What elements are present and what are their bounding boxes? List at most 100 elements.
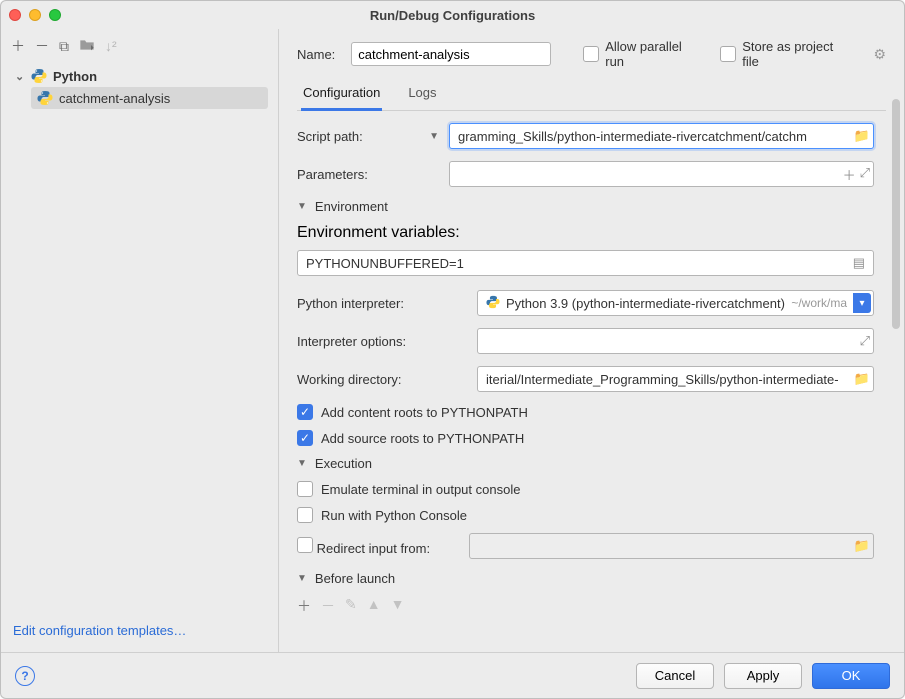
allow-parallel-checkbox[interactable]: Allow parallel run xyxy=(583,39,704,69)
chevron-down-icon: ▼ xyxy=(297,573,307,584)
python-icon xyxy=(486,295,500,312)
store-as-project-label: Store as project file xyxy=(742,39,853,69)
checkbox-icon xyxy=(297,481,313,497)
interpreter-select[interactable]: Python 3.9 (python-intermediate-rivercat… xyxy=(477,290,874,316)
checkbox-checked-icon: ✓ xyxy=(297,404,313,420)
before-launch-section-title: Before launch xyxy=(315,571,395,586)
before-launch-section-header[interactable]: ▼ Before launch xyxy=(297,571,874,586)
workdir-row: Working directory: 📁 xyxy=(297,366,874,392)
apply-button[interactable]: Apply xyxy=(724,663,802,689)
interpreter-value: Python 3.9 (python-intermediate-rivercat… xyxy=(506,296,785,311)
dropdown-arrow-icon: ▾ xyxy=(853,293,871,313)
edit-task-button[interactable]: ✎ xyxy=(345,596,357,616)
sort-config-button[interactable]: ↓² xyxy=(105,38,117,54)
env-vars-input[interactable]: PYTHONUNBUFFERED=1 ▤ xyxy=(297,250,874,276)
checkbox-checked-icon: ✓ xyxy=(297,430,313,446)
add-content-roots-label: Add content roots to PYTHONPATH xyxy=(321,405,528,420)
redirect-input-row: Redirect input from: 📁 xyxy=(297,533,874,559)
checkbox-icon xyxy=(297,507,313,523)
interpreter-options-input[interactable] xyxy=(477,328,874,354)
tab-logs[interactable]: Logs xyxy=(406,79,438,110)
workdir-input[interactable] xyxy=(477,366,874,392)
config-scroll-area[interactable]: Script path: ▼ 📁 Parameters: xyxy=(297,111,886,652)
titlebar: Run/Debug Configurations xyxy=(1,1,904,29)
execution-section-title: Execution xyxy=(315,456,372,471)
checkbox-icon xyxy=(720,46,736,62)
run-with-console-label: Run with Python Console xyxy=(321,508,467,523)
script-path-row: Script path: ▼ 📁 xyxy=(297,123,874,149)
interpreter-options-row: Interpreter options: ⤢ xyxy=(297,328,874,354)
name-input[interactable] xyxy=(351,42,551,66)
remove-config-button[interactable]: － xyxy=(35,36,49,56)
move-down-button[interactable]: ▼ xyxy=(391,596,405,616)
store-as-project-checkbox[interactable]: Store as project file xyxy=(720,39,853,69)
cancel-button[interactable]: Cancel xyxy=(636,663,714,689)
execution-section-header[interactable]: ▼ Execution xyxy=(297,456,874,471)
parameters-input[interactable] xyxy=(449,161,874,187)
add-content-roots-checkbox[interactable]: ✓ Add content roots to PYTHONPATH xyxy=(297,404,874,420)
browse-folder-icon[interactable]: 📁 xyxy=(854,371,870,387)
main-split: ＋ － ⧉ ↓² ⌄ Python xyxy=(1,29,904,652)
add-task-button[interactable]: ＋ xyxy=(297,596,311,616)
env-vars-value: PYTHONUNBUFFERED=1 xyxy=(306,256,464,271)
browse-folder-icon: 📁 xyxy=(854,538,870,554)
environment-section-title: Environment xyxy=(315,199,388,214)
dialog-window: Run/Debug Configurations ＋ － ⧉ ↓² ⌄ xyxy=(0,0,905,699)
move-up-button[interactable]: ▲ xyxy=(367,596,381,616)
redirect-input-checkbox[interactable]: Redirect input from: xyxy=(297,537,469,556)
add-icon[interactable]: ＋ xyxy=(843,165,856,184)
config-toolbar: ＋ － ⧉ ↓² xyxy=(11,35,268,57)
script-path-label: Script path: xyxy=(297,129,363,144)
script-path-input[interactable] xyxy=(449,123,874,149)
chevron-down-icon[interactable]: ▼ xyxy=(429,131,439,142)
vertical-scrollbar[interactable] xyxy=(892,99,900,599)
emulate-terminal-checkbox[interactable]: Emulate terminal in output console xyxy=(297,481,874,497)
chevron-down-icon: ▼ xyxy=(297,458,307,469)
left-footer: Edit configuration templates… xyxy=(11,616,268,646)
list-edit-icon[interactable]: ▤ xyxy=(853,255,865,271)
chevron-down-icon: ⌄ xyxy=(15,70,25,83)
redirect-input-label: Redirect input from: xyxy=(317,541,430,556)
tree-node-label: Python xyxy=(53,69,97,84)
before-launch-toolbar: ＋ － ✎ ▲ ▼ xyxy=(297,596,874,616)
dialog-footer: ? Cancel Apply OK xyxy=(1,652,904,698)
environment-section-header[interactable]: ▼ Environment xyxy=(297,199,874,214)
python-icon xyxy=(31,68,47,84)
expand-icon[interactable]: ⤢ xyxy=(860,165,870,184)
tree-item-catchment-analysis[interactable]: catchment-analysis xyxy=(31,87,268,109)
run-with-console-checkbox[interactable]: Run with Python Console xyxy=(297,507,874,523)
copy-config-button[interactable]: ⧉ xyxy=(59,38,69,55)
emulate-terminal-label: Emulate terminal in output console xyxy=(321,482,520,497)
add-source-roots-checkbox[interactable]: ✓ Add source roots to PYTHONPATH xyxy=(297,430,874,446)
tree-item-label: catchment-analysis xyxy=(59,91,170,106)
env-vars-label: Environment variables: xyxy=(297,224,874,242)
expand-icon[interactable]: ⤢ xyxy=(860,333,870,349)
left-panel: ＋ － ⧉ ↓² ⌄ Python xyxy=(1,29,279,652)
before-launch-section: ▼ Before launch ＋ － ✎ ▲ ▼ xyxy=(297,571,874,616)
save-folder-button[interactable] xyxy=(79,38,95,55)
window-title: Run/Debug Configurations xyxy=(1,8,904,23)
edit-templates-link[interactable]: Edit configuration templates… xyxy=(13,623,186,638)
parameters-label: Parameters: xyxy=(297,167,368,182)
interpreter-options-label: Interpreter options: xyxy=(297,334,406,349)
remove-task-button[interactable]: － xyxy=(321,596,335,616)
interpreter-row: Python interpreter: Python 3.9 (python-i… xyxy=(297,290,874,316)
checkbox-icon xyxy=(297,537,313,553)
add-config-button[interactable]: ＋ xyxy=(11,36,25,56)
workdir-label: Working directory: xyxy=(297,372,402,387)
scrollbar-thumb[interactable] xyxy=(892,99,900,329)
tab-configuration[interactable]: Configuration xyxy=(301,79,382,111)
config-tree: ⌄ Python catchment-analysis xyxy=(11,65,268,109)
name-row: Name: Allow parallel run Store as projec… xyxy=(297,39,886,69)
execution-section: ▼ Execution Emulate terminal in output c… xyxy=(297,456,874,559)
ok-button[interactable]: OK xyxy=(812,663,890,689)
gear-icon[interactable]: ⚙ xyxy=(873,46,886,63)
name-label: Name: xyxy=(297,47,335,62)
browse-folder-icon[interactable]: 📁 xyxy=(854,128,870,144)
tree-node-python[interactable]: ⌄ Python xyxy=(11,65,268,87)
chevron-down-icon: ▼ xyxy=(297,201,307,212)
help-button[interactable]: ? xyxy=(15,666,35,686)
right-panel: Name: Allow parallel run Store as projec… xyxy=(279,29,904,652)
dialog-body: ＋ － ⧉ ↓² ⌄ Python xyxy=(1,29,904,698)
environment-section: ▼ Environment Environment variables: PYT… xyxy=(297,199,874,446)
